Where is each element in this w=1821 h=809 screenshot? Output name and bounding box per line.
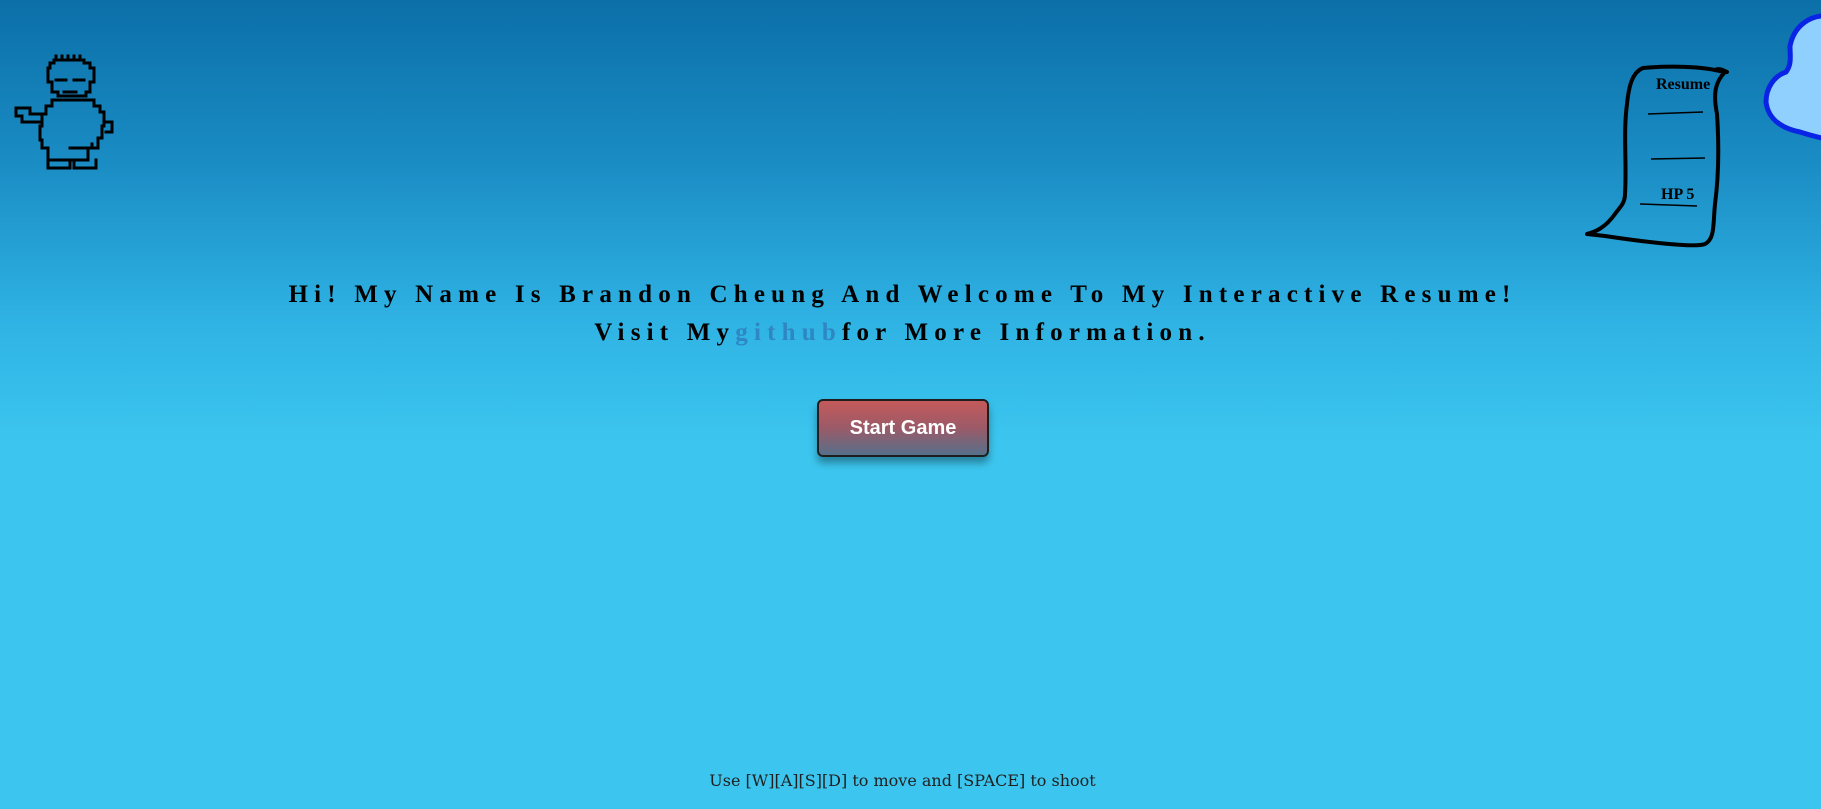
game-stage: Resume HP 5 Hi! My Name Is Brandon Cheun… [0,0,1821,809]
headline-line-2-prefix: Visit My [594,319,736,346]
controls-instructions: Use [W][A][S][D] to move and [SPACE] to … [709,771,1096,790]
cloud-icon [1763,13,1821,141]
resume-title: Resume [1656,76,1711,93]
welcome-headline: Hi! My Name Is Brandon Cheung And Welcom… [0,276,1805,352]
headline-line-2-suffix: for More Information. [841,319,1211,346]
player-sprite-icon [14,54,114,170]
resume-hp: HP 5 [1661,186,1695,203]
github-link[interactable]: github [735,319,842,346]
headline-line-1: Hi! My Name Is Brandon Cheung And Welcom… [288,281,1517,308]
start-game-button[interactable]: Start Game [817,399,989,457]
headline-line-2: Visit Mygithubfor More Information. [0,314,1805,352]
